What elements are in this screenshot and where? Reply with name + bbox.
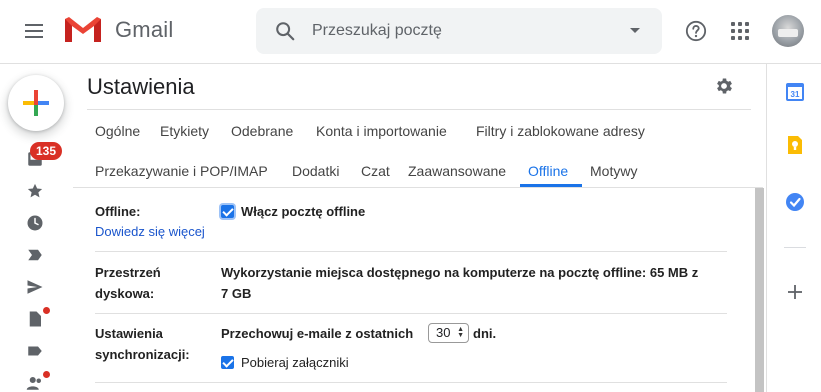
storage-value-line1: Wykorzystanie miejsca dostępnego na komp…: [221, 265, 699, 280]
tab-filters-blocked[interactable]: Filtry i zablokowane adresy: [476, 123, 645, 139]
top-bar: Gmail: [0, 0, 821, 64]
tab-addons[interactable]: Dodatki: [292, 163, 339, 179]
contacts-notification-dot: [43, 371, 50, 378]
search-bar: [256, 8, 662, 54]
contacts-icon[interactable]: [26, 374, 44, 392]
star-icon[interactable]: [26, 182, 44, 200]
menu-icon[interactable]: [22, 20, 46, 44]
row-divider: [95, 251, 727, 252]
gear-icon[interactable]: [714, 76, 734, 96]
tab-advanced[interactable]: Zaawansowane: [408, 163, 506, 179]
tab-general[interactable]: Ogólne: [95, 123, 140, 139]
search-options-caret-icon[interactable]: [630, 28, 640, 33]
enable-offline-label: Włącz pocztę offline: [241, 204, 366, 219]
send-icon[interactable]: [26, 278, 44, 296]
row-divider: [95, 313, 727, 314]
gmail-logo[interactable]: Gmail: [63, 15, 173, 45]
storage-label-line1: Przestrzeń: [95, 265, 161, 280]
keep-emails-prefix: Przechowuj e-maile z ostatnich: [221, 326, 414, 341]
page-title: Ustawienia: [87, 74, 195, 99]
row-divider: [95, 382, 727, 383]
draft-icon[interactable]: [26, 310, 44, 328]
tab-offline[interactable]: Offline: [528, 163, 568, 179]
settings-scrollbar[interactable]: [755, 188, 764, 392]
add-icon[interactable]: [785, 282, 805, 302]
help-icon[interactable]: [685, 20, 707, 42]
tab-themes[interactable]: Motywy: [590, 163, 637, 179]
search-input[interactable]: [312, 8, 612, 54]
keep-icon[interactable]: [785, 135, 805, 155]
side-panel-divider: [766, 64, 767, 392]
title-divider: [87, 109, 751, 110]
search-icon[interactable]: [274, 20, 296, 42]
offline-label: Offline:: [95, 204, 141, 219]
tab-chat[interactable]: Czat: [361, 163, 390, 179]
tabs-divider: [73, 187, 763, 188]
clock-icon[interactable]: [26, 214, 44, 232]
app-name: Gmail: [115, 17, 174, 42]
tab-forwarding-pop-imap[interactable]: Przekazywanie i POP/IMAP: [95, 163, 268, 179]
storage-value-line2: 7 GB: [221, 286, 252, 301]
enable-offline-checkbox[interactable]: [221, 205, 234, 218]
label-important-icon[interactable]: [26, 246, 44, 264]
side-panel-separator: [784, 247, 806, 248]
select-arrows-icon: ▲ ▼: [457, 326, 464, 339]
gmail-m-icon: [65, 17, 101, 42]
sync-label-line2: synchronizacji:: [95, 347, 190, 362]
tab-inbox[interactable]: Odebrane: [231, 123, 293, 139]
tab-accounts-import[interactable]: Konta i importowanie: [316, 123, 447, 139]
sync-days-select[interactable]: 30 ▲ ▼: [428, 323, 469, 343]
tab-labels[interactable]: Etykiety: [160, 123, 209, 139]
storage-label-line2: dyskowa:: [95, 286, 155, 301]
calendar-day-number: 31: [791, 90, 800, 99]
avatar[interactable]: [772, 15, 804, 47]
sync-label-line1: Ustawienia: [95, 326, 163, 341]
tasks-icon[interactable]: [785, 192, 805, 212]
sync-days-value: 30: [436, 325, 451, 340]
calendar-icon[interactable]: 31: [785, 82, 805, 102]
keep-emails-suffix: dni.: [473, 326, 497, 341]
apps-icon[interactable]: [731, 22, 749, 40]
learn-more-link[interactable]: Dowiedz się więcej: [95, 224, 205, 239]
inbox-count-badge: 135: [30, 142, 63, 160]
label-icon[interactable]: [26, 342, 44, 360]
download-attachments-label: Pobieraj załączniki: [241, 355, 349, 370]
draft-notification-dot: [43, 307, 50, 314]
compose-button[interactable]: [8, 75, 64, 131]
compose-plus-icon: [23, 90, 49, 116]
download-attachments-checkbox[interactable]: [221, 356, 234, 369]
